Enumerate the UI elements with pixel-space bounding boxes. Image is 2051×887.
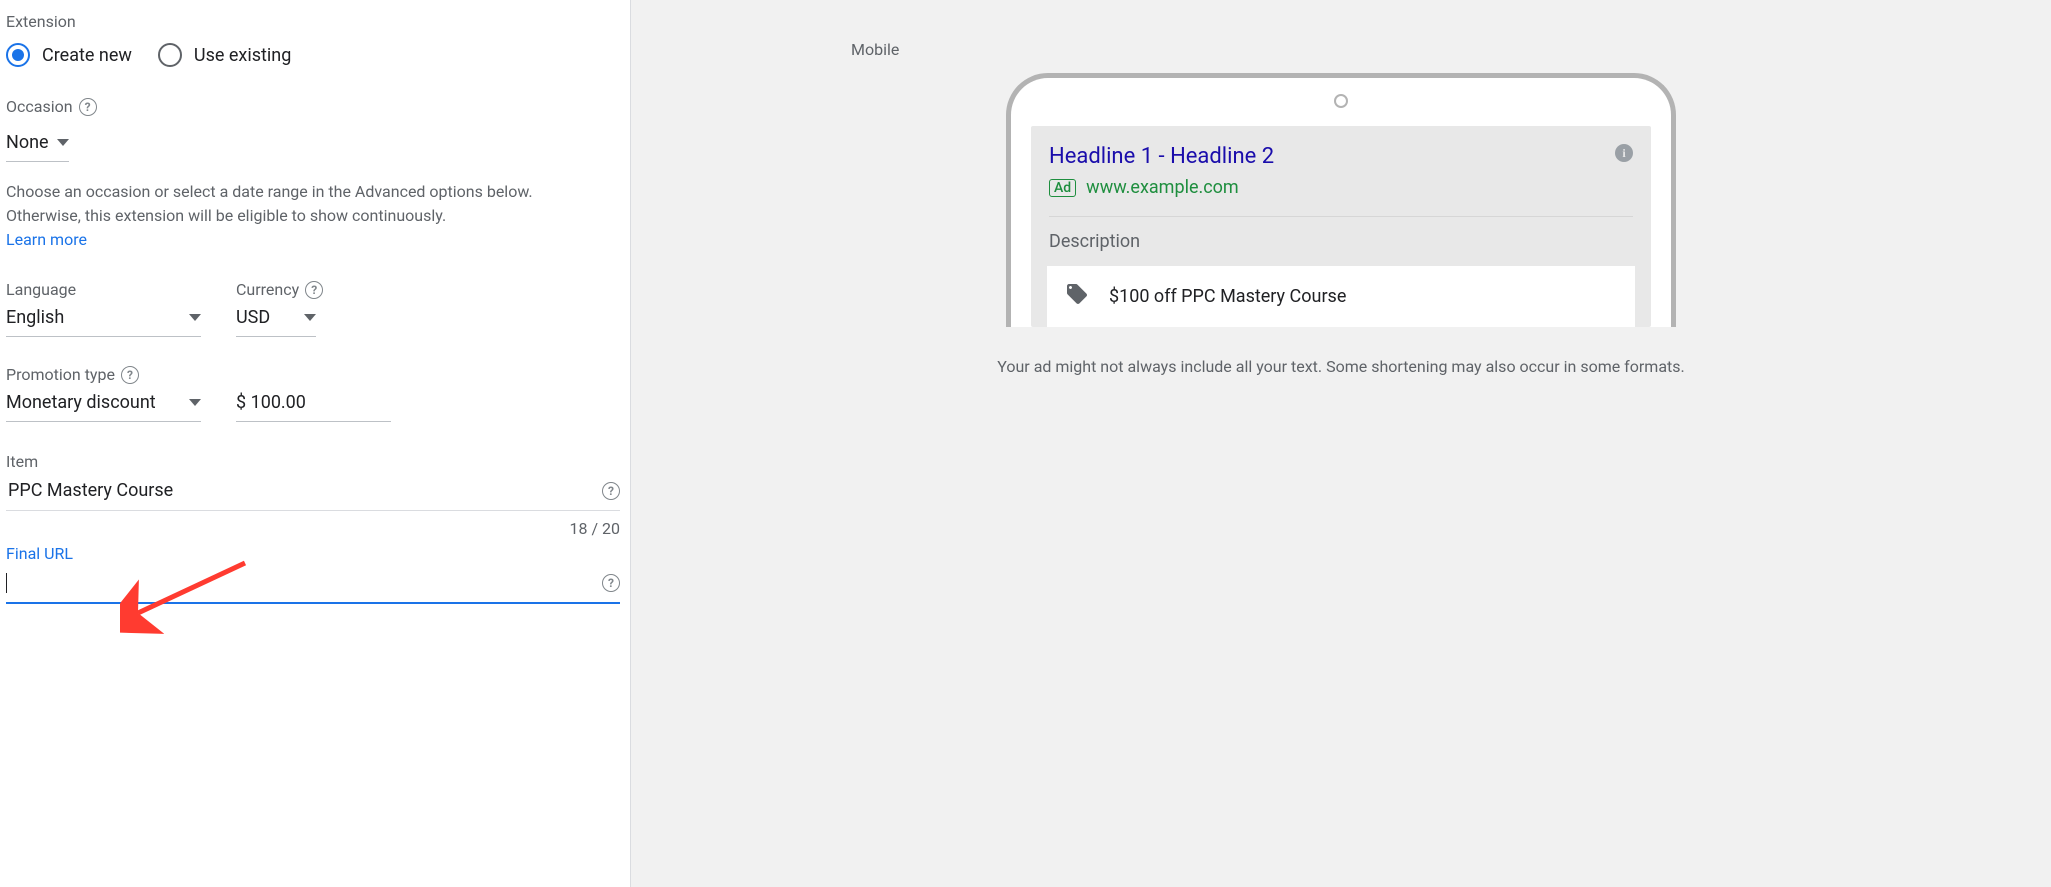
currency-label-text: Currency xyxy=(236,280,299,299)
radio-selected-icon xyxy=(6,43,30,67)
chevron-down-icon xyxy=(189,399,201,406)
tag-icon xyxy=(1065,282,1089,311)
phone-speaker-icon xyxy=(1334,94,1348,108)
radio-create-new-label: Create new xyxy=(42,45,132,66)
final-url-label: Final URL xyxy=(6,544,620,563)
chevron-down-icon xyxy=(189,314,201,321)
promotion-type-label: Promotion type ? xyxy=(6,365,201,384)
item-input[interactable] xyxy=(6,479,602,502)
chevron-down-icon xyxy=(304,314,316,321)
help-icon[interactable]: ? xyxy=(602,574,620,592)
preview-panel: Mobile Headline 1 - Headline 2 Ad www.ex… xyxy=(630,0,2051,887)
item-label: Item xyxy=(6,452,620,471)
extension-label: Extension xyxy=(6,12,620,31)
currency-label: Currency ? xyxy=(236,280,323,299)
occasion-value: None xyxy=(6,132,49,153)
discount-amount-input[interactable] xyxy=(236,392,391,422)
occasion-label: Occasion ? xyxy=(6,97,620,116)
preview-disclaimer: Your ad might not always include all you… xyxy=(997,357,1684,376)
language-select[interactable]: English xyxy=(6,307,201,337)
ad-preview-card: Headline 1 - Headline 2 Ad www.example.c… xyxy=(1031,126,1651,327)
ad-description: Description xyxy=(1049,216,1633,266)
ad-badge: Ad xyxy=(1049,179,1076,197)
item-char-counter: 18 / 20 xyxy=(6,519,620,538)
occasion-label-text: Occasion xyxy=(6,97,73,116)
radio-use-existing-label: Use existing xyxy=(194,45,291,66)
phone-frame: Headline 1 - Headline 2 Ad www.example.c… xyxy=(1006,73,1676,327)
currency-select[interactable]: USD xyxy=(236,307,316,337)
radio-use-existing[interactable]: Use existing xyxy=(158,43,291,67)
final-url-input[interactable] xyxy=(7,571,602,594)
radio-unselected-icon xyxy=(158,43,182,67)
chevron-down-icon xyxy=(57,139,69,146)
ad-promotion-text: $100 off PPC Mastery Course xyxy=(1109,286,1346,307)
promotion-type-value: Monetary discount xyxy=(6,392,156,413)
form-panel: Extension Create new Use existing Occasi… xyxy=(0,0,630,887)
learn-more-link[interactable]: Learn more xyxy=(6,230,87,249)
language-value: English xyxy=(6,307,64,328)
preview-device-label: Mobile xyxy=(851,40,899,59)
occasion-helper-body: Choose an occasion or select a date rang… xyxy=(6,182,533,225)
ad-promotion-line: $100 off PPC Mastery Course xyxy=(1047,266,1635,327)
ad-display-url: www.example.com xyxy=(1086,177,1239,198)
occasion-select[interactable]: None xyxy=(6,128,69,162)
promotion-type-select[interactable]: Monetary discount xyxy=(6,392,201,422)
promotion-type-label-text: Promotion type xyxy=(6,365,115,384)
info-icon[interactable]: i xyxy=(1615,144,1633,162)
help-icon[interactable]: ? xyxy=(305,281,323,299)
language-label: Language xyxy=(6,280,201,299)
radio-create-new[interactable]: Create new xyxy=(6,43,132,67)
help-icon[interactable]: ? xyxy=(602,482,620,500)
ad-headline: Headline 1 - Headline 2 xyxy=(1049,144,1274,169)
help-icon[interactable]: ? xyxy=(79,98,97,116)
help-icon[interactable]: ? xyxy=(121,366,139,384)
extension-mode-radio-group: Create new Use existing xyxy=(6,43,620,67)
currency-value: USD xyxy=(236,307,270,328)
occasion-helper-text: Choose an occasion or select a date rang… xyxy=(6,180,586,252)
